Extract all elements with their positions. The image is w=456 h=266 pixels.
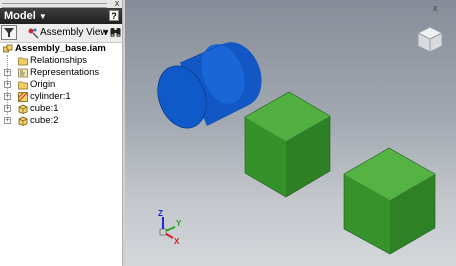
tree-item-label: cylinder:1 xyxy=(30,91,71,102)
expand-icon[interactable]: + xyxy=(4,81,11,88)
tree-item-cube-2[interactable]: + cube:2 xyxy=(0,115,122,127)
panel-grip[interactable]: x xyxy=(0,0,122,8)
binoculars-icon[interactable] xyxy=(110,26,121,39)
y-axis-label: Y xyxy=(176,219,182,228)
folder-icon xyxy=(18,81,28,90)
representations-icon xyxy=(18,68,28,78)
cube-1-body[interactable] xyxy=(244,91,331,198)
browser-toolbar: Assembly View ▼ xyxy=(0,24,122,43)
browser-title: Model xyxy=(4,10,36,22)
browser-title-dropdown[interactable]: Model ▼ xyxy=(4,9,47,24)
help-icon[interactable]: ? xyxy=(109,10,119,21)
part-icon xyxy=(18,104,28,114)
tree-item-label: Assembly_base.iam xyxy=(15,43,106,54)
expand-icon[interactable]: + xyxy=(4,105,11,112)
tree-item-label: cube:2 xyxy=(30,115,59,126)
view-selector-label: Assembly View xyxy=(40,27,108,38)
chevron-down-icon: ▼ xyxy=(102,28,110,37)
x-axis-label: X xyxy=(174,237,180,246)
tree-item-cube-1[interactable]: + cube:1 xyxy=(0,103,122,115)
view-selector-dropdown[interactable]: Assembly View ▼ xyxy=(27,25,110,40)
assembly-icon xyxy=(3,44,13,53)
axis-triad: Z Y X xyxy=(158,209,182,246)
tree-item-label: cube:1 xyxy=(30,103,59,114)
tree-item-label: Representations xyxy=(30,67,100,78)
tree-item-relationships[interactable]: Relationships xyxy=(0,55,122,67)
cube-2-body[interactable] xyxy=(343,147,436,255)
tree-item-label: Origin xyxy=(30,79,56,90)
model-browser-panel: x Model ▼ ? Assembly View ▼ Assembly_bas… xyxy=(0,0,122,266)
filter-icon xyxy=(4,28,14,37)
tree-item-label: Relationships xyxy=(30,55,88,66)
z-axis-label: Z xyxy=(158,209,163,218)
expand-icon[interactable]: + xyxy=(4,93,11,100)
assembly-view-icon xyxy=(28,28,39,39)
filter-button[interactable] xyxy=(1,25,17,40)
folder-icon xyxy=(18,57,28,66)
tree-item-origin[interactable]: + Origin xyxy=(0,79,122,91)
panel-close-icon[interactable]: x xyxy=(112,0,122,8)
expand-icon[interactable]: + xyxy=(4,69,11,76)
graphics-viewport[interactable]: x Z Y X xyxy=(125,0,456,266)
tree-item-representations[interactable]: + Representations xyxy=(0,67,122,79)
chevron-down-icon: ▼ xyxy=(38,12,47,21)
constrained-part-icon xyxy=(18,92,28,102)
browser-header[interactable]: Model ▼ ? xyxy=(0,8,122,24)
tree-item-cylinder-1[interactable]: + cylinder:1 xyxy=(0,91,122,103)
expand-icon[interactable]: + xyxy=(4,117,11,124)
tree-item-assembly[interactable]: Assembly_base.iam xyxy=(0,43,122,55)
part-icon xyxy=(18,116,28,126)
